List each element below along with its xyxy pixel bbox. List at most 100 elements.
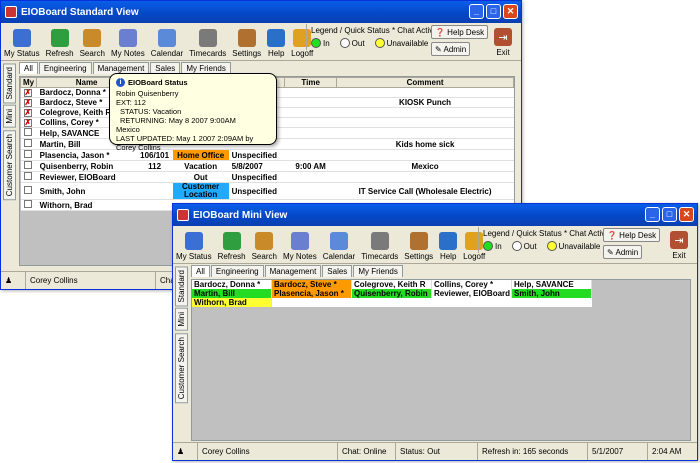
refresh-button[interactable]: Refresh: [215, 226, 249, 263]
status-user: Corey Collins: [26, 272, 156, 289]
favorite-checkbox[interactable]: [23, 172, 32, 180]
mini-cell[interactable]: Reviewer, EIOBoard: [432, 289, 512, 298]
favorite-checkbox[interactable]: ✗: [23, 89, 32, 97]
tab-engineering[interactable]: Engineering: [210, 265, 264, 277]
tab-all[interactable]: All: [19, 62, 38, 74]
row-checkbox-cell[interactable]: [20, 199, 37, 211]
my-status-button[interactable]: My Status: [1, 23, 43, 60]
row-checkbox-cell[interactable]: [20, 171, 37, 183]
my-status-button[interactable]: My Status: [173, 226, 215, 263]
quick-status-unavailable[interactable]: Unavailable: [374, 38, 428, 48]
mini-titlebar[interactable]: EIOBoard Mini View _ □ ✕: [173, 204, 697, 226]
row-checkbox-cell[interactable]: [20, 160, 37, 172]
tab-all[interactable]: All: [191, 265, 210, 277]
favorite-checkbox[interactable]: ✗: [23, 109, 32, 117]
help-desk-button[interactable]: ❓ Help Desk: [431, 25, 489, 39]
tab-sales[interactable]: Sales: [322, 265, 353, 277]
toolbar-button-label: Calendar: [322, 252, 356, 261]
col-comment[interactable]: Comment: [336, 77, 514, 88]
quick-status-in[interactable]: In: [483, 241, 502, 251]
col-my[interactable]: My: [20, 77, 38, 88]
my-notes-button[interactable]: My Notes: [108, 23, 148, 60]
favorite-checkbox[interactable]: [23, 200, 32, 208]
quick-status-out[interactable]: Out: [511, 241, 537, 251]
row-checkbox-cell[interactable]: ✗: [20, 97, 37, 108]
row-checkbox-cell[interactable]: ✗: [20, 87, 37, 98]
settings-button[interactable]: Settings: [401, 226, 436, 263]
mini-cell[interactable]: Smith, John: [512, 289, 592, 298]
favorite-checkbox[interactable]: ✗: [23, 99, 32, 107]
mini-cell[interactable]: Colegrove, Keith R: [352, 280, 432, 289]
row-checkbox-cell[interactable]: ✗: [20, 107, 37, 118]
search-button[interactable]: Search: [77, 23, 108, 60]
mini-cell[interactable]: Bardocz, Donna *: [192, 280, 272, 289]
tab-my-friends[interactable]: My Friends: [353, 265, 403, 277]
mini-cell[interactable]: Help, SAVANCE: [512, 280, 592, 289]
calendar-button[interactable]: Calendar: [320, 226, 358, 263]
favorite-checkbox[interactable]: [23, 161, 32, 169]
quick-status-in[interactable]: In: [311, 38, 330, 48]
table-row[interactable]: Smith, John Customer Location Unspecified I…: [20, 182, 514, 200]
notes-icon: [290, 232, 309, 250]
tab-engineering[interactable]: Engineering: [38, 62, 92, 74]
favorite-checkbox[interactable]: [23, 139, 32, 147]
tab-management[interactable]: Management: [264, 265, 322, 277]
row-checkbox-cell[interactable]: [20, 127, 37, 139]
status-radio-icon: [311, 38, 321, 48]
side-tab-standard[interactable]: Standard: [3, 63, 16, 104]
my-notes-button[interactable]: My Notes: [280, 226, 320, 263]
mini-cell[interactable]: Collins, Corey *: [432, 280, 512, 289]
quick-status-out[interactable]: Out: [339, 38, 365, 48]
mini-cell[interactable]: Quisenberry, Robin: [352, 289, 432, 298]
standard-titlebar[interactable]: EIOBoard Standard View _ □ ✕: [1, 1, 521, 23]
timecards-button[interactable]: Timecards: [186, 23, 229, 60]
timecards-button[interactable]: Timecards: [358, 226, 401, 263]
side-tab-standard[interactable]: Standard: [175, 266, 188, 307]
close-button[interactable]: ✕: [679, 207, 694, 222]
status-chat: Chat: Online: [338, 443, 396, 460]
favorite-checkbox[interactable]: [23, 150, 32, 158]
maximize-button[interactable]: □: [662, 207, 677, 222]
mini-cell[interactable]: Withorn, Brad: [192, 298, 272, 307]
col-time[interactable]: Time: [284, 77, 338, 88]
search-button[interactable]: Search: [249, 226, 280, 263]
quick-status-unavailable[interactable]: Unavailable: [546, 241, 600, 251]
favorite-checkbox[interactable]: [23, 128, 32, 136]
help-button[interactable]: Help: [264, 23, 288, 60]
exit-button[interactable]: ⇥ Exit: [491, 23, 515, 59]
row-checkbox-cell[interactable]: [20, 149, 37, 161]
row-checkbox-cell[interactable]: ✗: [20, 117, 37, 128]
minimize-button[interactable]: _: [645, 207, 660, 222]
toolbar-button-label: Logoff: [463, 252, 486, 261]
help-desk-button[interactable]: ❓ Help Desk: [603, 228, 661, 242]
settings-button[interactable]: Settings: [229, 23, 264, 60]
mini-grid-area: Bardocz, Donna * Bardocz, Steve * Colegrov…: [191, 279, 691, 441]
table-row[interactable]: Reviewer, EIOBoard Out Unspecified: [20, 171, 514, 183]
table-row[interactable]: Quisenberry, Robin 112 Vacation 5/8/2007 9:0…: [20, 160, 514, 172]
toolbar-button-label: Refresh: [217, 252, 246, 261]
row-checkbox-cell[interactable]: [20, 138, 37, 150]
exit-button[interactable]: ⇥ Exit: [667, 226, 691, 262]
help-button[interactable]: Help: [436, 226, 460, 263]
timecards-icon: [198, 29, 217, 47]
calendar-button[interactable]: Calendar: [148, 23, 186, 60]
close-button[interactable]: ✕: [503, 4, 518, 19]
side-tab-mini[interactable]: Mini: [175, 308, 188, 332]
side-tab-customer-search[interactable]: Customer Search: [175, 333, 188, 404]
side-tabs: Standard Mini Customer Search: [3, 63, 17, 202]
refresh-button[interactable]: Refresh: [43, 23, 77, 60]
favorite-checkbox[interactable]: ✗: [23, 119, 32, 127]
row-checkbox-cell[interactable]: [20, 182, 37, 200]
side-tab-customer-search[interactable]: Customer Search: [3, 130, 16, 201]
minimize-button[interactable]: _: [469, 4, 484, 19]
admin-button[interactable]: ✎ Admin: [431, 42, 471, 56]
mini-cell[interactable]: Martin, Bill: [192, 289, 272, 298]
refresh-icon: [50, 29, 69, 47]
mini-cell[interactable]: Plasencia, Jason *: [272, 289, 352, 298]
favorite-checkbox[interactable]: [23, 186, 32, 194]
toolbar-button-label: Timecards: [361, 252, 399, 261]
side-tab-mini[interactable]: Mini: [3, 105, 16, 129]
admin-button[interactable]: ✎ Admin: [603, 245, 643, 259]
maximize-button[interactable]: □: [486, 4, 501, 19]
mini-cell[interactable]: Bardocz, Steve *: [272, 280, 352, 289]
